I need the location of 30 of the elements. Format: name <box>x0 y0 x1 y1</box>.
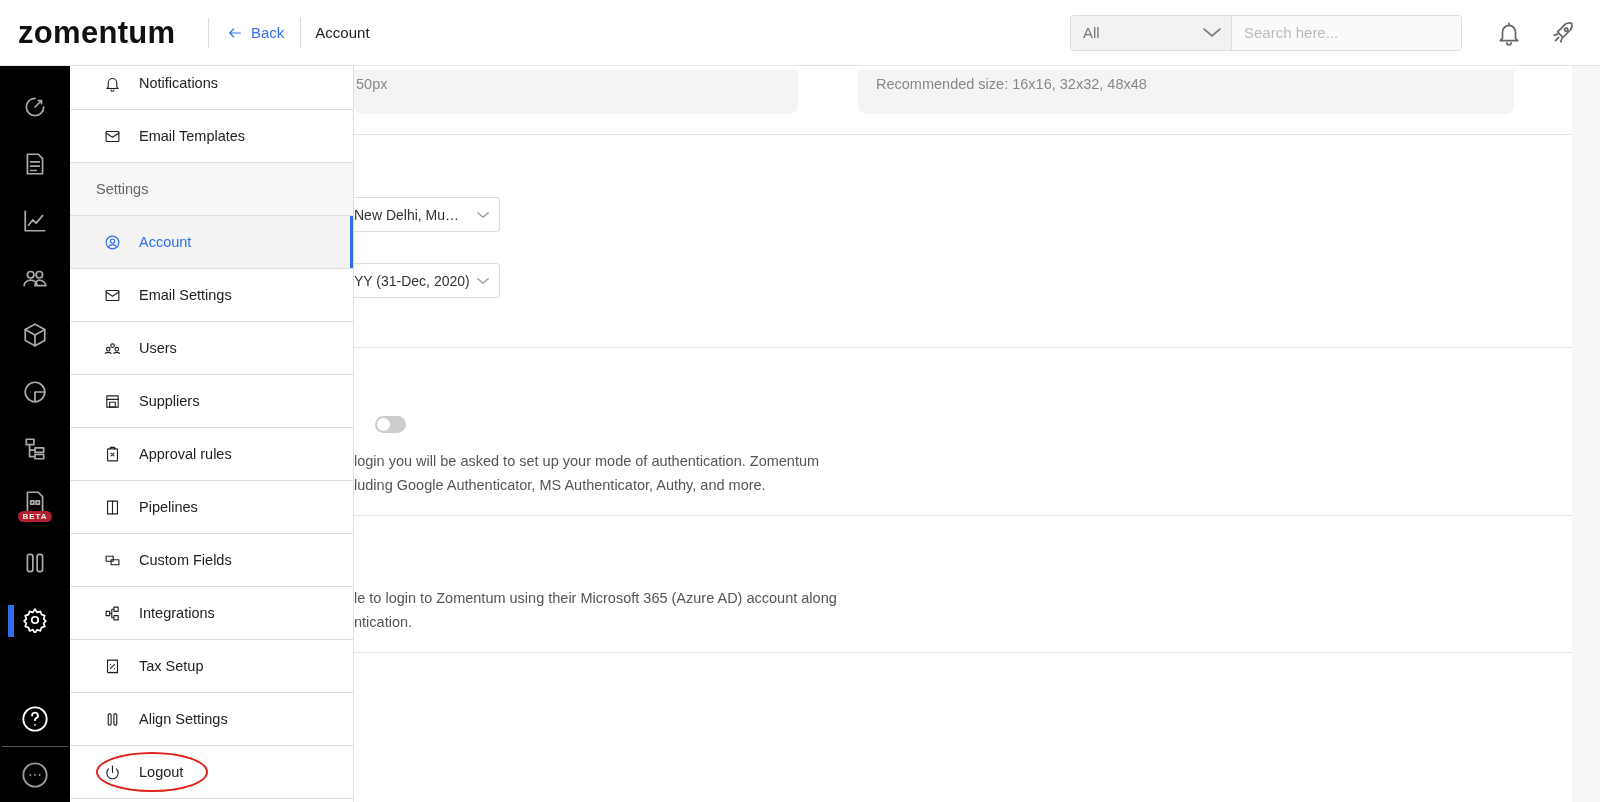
page-title: Account <box>315 24 370 41</box>
nav-item[interactable]: BETA <box>0 477 70 534</box>
store-icon <box>104 392 121 410</box>
chevron-down-icon <box>477 211 489 218</box>
chat-icon <box>21 760 49 789</box>
receipt-icon <box>104 657 121 675</box>
hint-text: Recommended size: 16x16, 32x32, 48x48 <box>876 76 1147 92</box>
pie-chart-icon <box>22 378 48 405</box>
menu-item[interactable]: Account <box>70 216 353 269</box>
columns-icon <box>104 498 121 516</box>
cube-icon <box>22 321 48 348</box>
timezone-dropdown[interactable]: New Delhi, Mu… <box>354 197 500 232</box>
description-text: login you will be asked to set up your mode of authentication. Zomentum luding Google Authenticator, MS Authenticator, Authy, and more. <box>354 452 821 495</box>
logo: zomentum <box>18 14 177 51</box>
clipboard-icon <box>104 445 121 463</box>
section-heading: Settings <box>96 181 149 197</box>
hint-text: 50px <box>356 76 388 92</box>
back-link[interactable]: Back <box>223 24 289 41</box>
description-text: le to login to Zomentum using their Microsoft 365 (Azure AD) account along ntication. <box>354 589 838 632</box>
date-format-dropdown[interactable]: YY (31-Dec, 2020) <box>354 263 500 298</box>
beta-badge: BETA <box>18 511 52 522</box>
chevron-down-icon <box>477 277 489 284</box>
hierarchy-icon <box>22 435 48 462</box>
help-icon <box>21 704 49 733</box>
toggle-switch[interactable] <box>375 416 406 433</box>
chart-icon <box>22 207 48 234</box>
user-circle-icon <box>104 233 121 251</box>
nodes-icon <box>104 604 121 622</box>
power-icon <box>104 763 121 781</box>
settings-icon <box>22 606 48 633</box>
